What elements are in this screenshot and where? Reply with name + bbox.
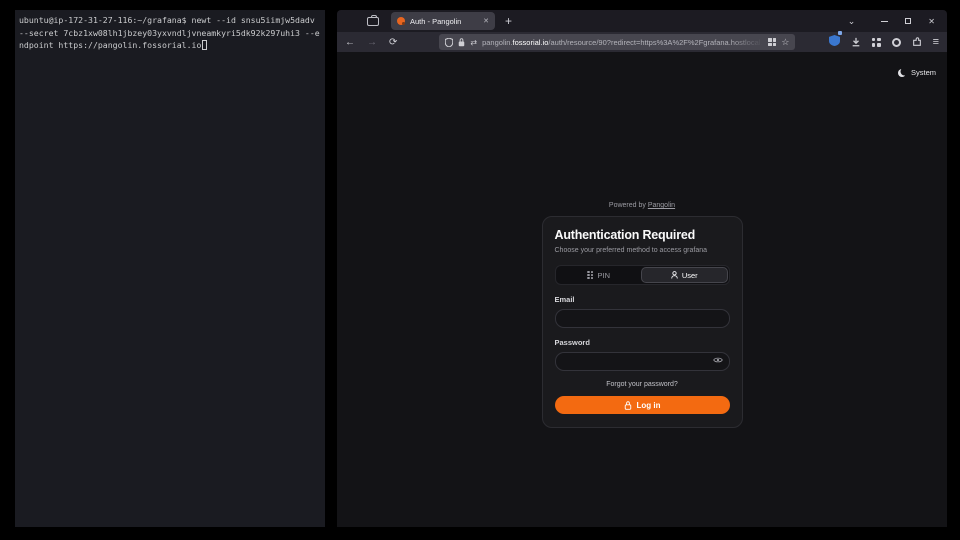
extensions-grid-icon[interactable] (872, 38, 881, 47)
terminal-cursor (202, 40, 207, 50)
terminal-line: ndpoint https://pangolin.fossorial.io (19, 39, 321, 52)
forward-icon: → (367, 37, 377, 48)
swap-arrows-icon[interactable]: ⇄ (470, 38, 477, 47)
keypad-icon (587, 271, 593, 279)
url-bar[interactable]: ⇄ pangolin.fossorial.io/auth/resource/90… (439, 34, 795, 50)
terminal-line: --secret 7cbz1xw08lh1jbzey03yxvndljvneam… (19, 27, 321, 40)
extension-badge (838, 31, 842, 35)
menu-hamburger-icon[interactable]: ≡ (933, 36, 939, 48)
tab-user[interactable]: User (641, 267, 728, 283)
close-tab-icon[interactable]: ✕ (483, 17, 489, 25)
show-password-eye-icon[interactable] (713, 356, 723, 364)
pangolin-link[interactable]: Pangolin (648, 202, 675, 209)
page-content: System Powered by Pangolin Authenticatio… (337, 52, 947, 527)
container-grid-icon[interactable] (768, 38, 776, 46)
auth-card: Authentication Required Choose your pref… (542, 216, 743, 428)
circle-extension-icon[interactable] (892, 38, 901, 47)
minimize-icon[interactable] (881, 21, 888, 22)
login-button[interactable]: Log in (555, 396, 730, 414)
toolbar-right-icons: ≡ (829, 33, 939, 51)
theme-toggle-label: System (911, 68, 936, 77)
email-input[interactable] (555, 309, 730, 328)
terminal-line: ubuntu@ip-172-31-27-116:~/grafana$ newt … (19, 14, 321, 27)
new-tab-button[interactable]: + (505, 14, 512, 28)
auth-method-tabs: PIN User (555, 265, 730, 285)
tab-title: Auth - Pangolin (410, 17, 478, 26)
card-subtitle: Choose your preferred method to access g… (555, 247, 730, 254)
terminal-window[interactable]: ubuntu@ip-172-31-27-116:~/grafana$ newt … (15, 10, 325, 527)
password-label: Password (555, 338, 730, 347)
browser-tab[interactable]: Auth - Pangolin ✕ (391, 12, 495, 30)
tracking-shield-icon[interactable] (445, 38, 453, 47)
list-tabs-chevron-icon[interactable]: ⌄ (848, 16, 856, 27)
lock-icon[interactable] (458, 38, 465, 47)
email-label: Email (555, 295, 730, 304)
moon-icon (898, 69, 906, 77)
forgot-password-link[interactable]: Forgot your password? (555, 381, 730, 388)
user-icon (671, 271, 678, 279)
maximize-icon[interactable] (905, 18, 911, 24)
auth-column: Powered by Pangolin Authentication Requi… (337, 202, 947, 428)
window-controls: ✕ (881, 17, 935, 26)
card-title: Authentication Required (555, 228, 730, 242)
pangolin-favicon-icon (397, 17, 405, 25)
tab-strip: Auth - Pangolin ✕ + ⌄ ✕ (337, 10, 947, 32)
back-icon[interactable]: ← (345, 37, 355, 48)
login-lock-icon (624, 401, 632, 410)
theme-toggle[interactable]: System (898, 68, 936, 77)
bookmark-star-icon[interactable]: ☆ (781, 37, 789, 48)
close-window-icon[interactable]: ✕ (928, 17, 935, 26)
firefox-view-icon[interactable] (367, 17, 379, 26)
powered-by: Powered by Pangolin (609, 202, 675, 209)
extension-puzzle-icon[interactable] (912, 37, 922, 47)
reload-icon[interactable]: ⟳ (389, 37, 397, 48)
download-icon[interactable] (851, 37, 861, 47)
url-text[interactable]: pangolin.fossorial.io/auth/resource/90?r… (482, 38, 763, 47)
browser-window: Auth - Pangolin ✕ + ⌄ ✕ ← → ⟳ ⇄ pangolin… (337, 10, 947, 527)
password-input[interactable] (555, 352, 730, 371)
tab-pin[interactable]: PIN (557, 267, 642, 283)
ublock-shield-icon[interactable] (829, 33, 840, 51)
browser-toolbar: ← → ⟳ ⇄ pangolin.fossorial.io/auth/resou… (337, 32, 947, 52)
